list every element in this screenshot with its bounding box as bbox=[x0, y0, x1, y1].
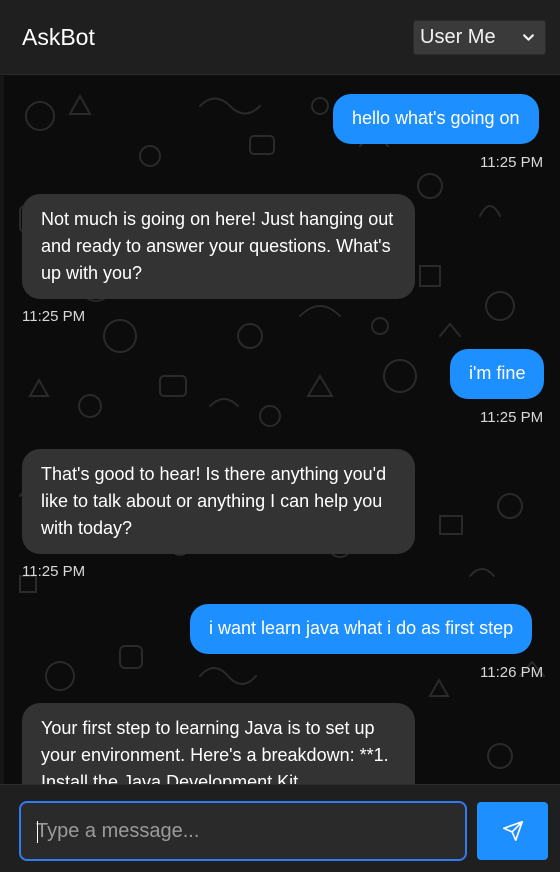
message-timestamp: 11:25 PM bbox=[480, 154, 544, 171]
message-text: That's good to hear! Is there anything y… bbox=[41, 464, 387, 538]
bot-message: Not much is going on here! Just hanging … bbox=[22, 194, 415, 299]
left-edge-divider bbox=[0, 76, 4, 784]
message-timestamp: 11:25 PM bbox=[22, 563, 86, 580]
message-text: i'm fine bbox=[469, 363, 526, 383]
message-input-wrapper[interactable] bbox=[19, 801, 467, 861]
message-text: hello what's going on bbox=[352, 108, 520, 128]
send-button[interactable] bbox=[477, 802, 548, 860]
bot-message: That's good to hear! Is there anything y… bbox=[22, 449, 415, 554]
chat-area[interactable]: hello what's going on 11:25 PM Not much … bbox=[0, 76, 560, 784]
app-header: AskBot User Me bbox=[0, 0, 560, 75]
message-timestamp: 11:25 PM bbox=[480, 409, 544, 426]
user-message: hello what's going on bbox=[333, 94, 539, 144]
user-select-dropdown[interactable]: User Me bbox=[413, 19, 546, 55]
user-message: i'm fine bbox=[450, 349, 545, 399]
user-select-value: User Me bbox=[420, 25, 496, 48]
message-composer bbox=[0, 784, 560, 872]
send-icon bbox=[502, 821, 523, 841]
message-timestamp: 11:25 PM bbox=[22, 308, 86, 325]
chat-background-pattern bbox=[19, 93, 545, 769]
app-title: AskBot bbox=[22, 23, 95, 50]
message-timestamp: 11:26 PM bbox=[480, 664, 544, 681]
message-input[interactable] bbox=[36, 819, 465, 843]
message-text: Not much is going on here! Just hanging … bbox=[41, 209, 394, 283]
message-text: i want learn java what i do as first ste… bbox=[209, 618, 514, 638]
user-message: i want learn java what i do as first ste… bbox=[190, 604, 533, 654]
chevron-down-icon bbox=[523, 33, 534, 41]
text-caret bbox=[37, 821, 38, 843]
message-text: Your first step to learning Java is to s… bbox=[41, 718, 389, 784]
bot-message: Your first step to learning Java is to s… bbox=[22, 703, 415, 784]
